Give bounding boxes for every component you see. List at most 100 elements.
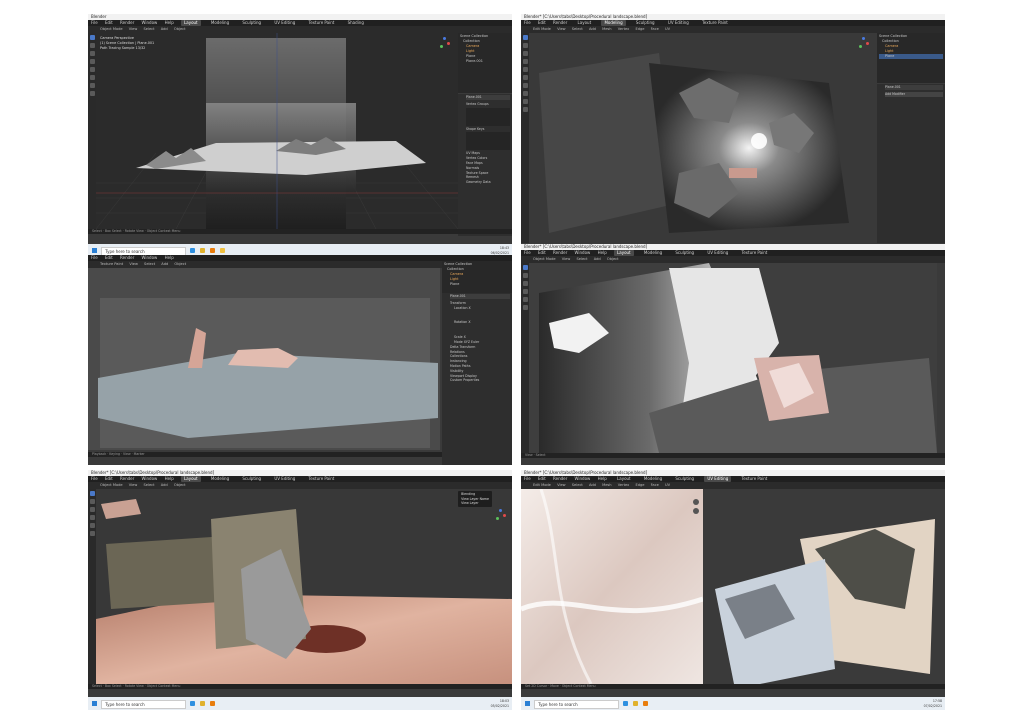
3d-viewport[interactable] bbox=[529, 263, 937, 453]
measure-icon[interactable] bbox=[89, 91, 95, 96]
menu-file[interactable]: File bbox=[91, 20, 98, 25]
move-icon[interactable] bbox=[522, 51, 528, 56]
menu-window[interactable]: Window bbox=[142, 476, 158, 481]
timeline-menu[interactable]: Playback bbox=[92, 452, 106, 456]
menu-view[interactable]: View bbox=[562, 257, 571, 261]
prop-section[interactable]: Vertex Groups bbox=[466, 102, 510, 107]
menu-window[interactable]: Window bbox=[142, 20, 158, 25]
menu-view[interactable]: View bbox=[557, 483, 566, 487]
z-axis-icon[interactable] bbox=[862, 37, 865, 40]
select-box-icon[interactable] bbox=[522, 265, 528, 270]
annotate-icon[interactable] bbox=[89, 83, 95, 88]
menu-view[interactable]: View bbox=[129, 483, 138, 487]
rotate-icon[interactable] bbox=[89, 515, 95, 520]
outliner-item[interactable]: Plane bbox=[879, 54, 943, 59]
timeline-menu[interactable]: View bbox=[123, 452, 131, 456]
transform-icon[interactable] bbox=[522, 305, 528, 310]
menu-render[interactable]: Render bbox=[553, 250, 567, 255]
menu-help[interactable]: Help bbox=[165, 476, 174, 481]
select-box-icon[interactable] bbox=[89, 35, 95, 40]
edge-icon[interactable] bbox=[189, 248, 195, 253]
edge-icon[interactable] bbox=[622, 701, 628, 706]
menu-select[interactable]: Select bbox=[143, 27, 154, 31]
menu-object[interactable]: Object bbox=[174, 262, 186, 266]
blender-icon[interactable] bbox=[643, 701, 649, 706]
taskbar-search[interactable]: Type here to search bbox=[101, 700, 187, 709]
menu-mesh[interactable]: Mesh bbox=[602, 483, 611, 487]
rotate-icon[interactable] bbox=[522, 289, 528, 294]
menu-render[interactable]: Render bbox=[553, 20, 567, 25]
menu-file[interactable]: File bbox=[91, 476, 98, 481]
menu-view[interactable]: View bbox=[129, 27, 138, 31]
navigation-gizmo[interactable] bbox=[438, 37, 452, 51]
bevel-icon[interactable] bbox=[522, 91, 528, 96]
menu-edge[interactable]: Edge bbox=[635, 27, 644, 31]
menu-help[interactable]: Help bbox=[165, 20, 174, 25]
knife-icon[interactable] bbox=[522, 107, 528, 112]
loop-cut-icon[interactable] bbox=[522, 99, 528, 104]
cursor-icon[interactable] bbox=[522, 43, 528, 48]
mode-select[interactable]: Object Mode bbox=[533, 257, 556, 261]
menu-edge[interactable]: Edge bbox=[635, 483, 644, 487]
menu-window[interactable]: Window bbox=[142, 255, 158, 260]
menu-edit[interactable]: Edit bbox=[538, 476, 546, 481]
prop-object-name[interactable]: Plane.001 bbox=[466, 95, 510, 100]
outliner-item[interactable]: Plane bbox=[444, 282, 510, 287]
menu-add[interactable]: Add bbox=[161, 27, 168, 31]
menu-edit[interactable]: Edit bbox=[105, 20, 113, 25]
prop-section[interactable]: Custom Properties bbox=[450, 378, 510, 383]
menu-face[interactable]: Face bbox=[651, 483, 659, 487]
3d-viewport[interactable]: Camera Perspective (1) Scene Collection … bbox=[96, 33, 458, 229]
extrude-icon[interactable] bbox=[522, 75, 528, 80]
menu-help[interactable]: Help bbox=[165, 255, 174, 260]
prop-object-name[interactable]: Plane.001 bbox=[450, 294, 510, 299]
hand-icon[interactable] bbox=[693, 508, 699, 514]
menu-render[interactable]: Render bbox=[120, 255, 134, 260]
cursor-icon[interactable] bbox=[89, 43, 95, 48]
menu-view[interactable]: View bbox=[557, 27, 566, 31]
windows-start-icon[interactable] bbox=[92, 248, 97, 253]
menu-help[interactable]: Help bbox=[598, 476, 607, 481]
taskbar-search[interactable]: Type here to search bbox=[534, 700, 620, 709]
timeline-menu[interactable]: Keying bbox=[109, 452, 120, 456]
windows-start-icon[interactable] bbox=[92, 701, 97, 706]
menu-select[interactable]: Select bbox=[144, 262, 155, 266]
menu-uv[interactable]: UV bbox=[665, 483, 670, 487]
menu-edit[interactable]: Edit bbox=[538, 250, 546, 255]
menu-edit[interactable]: Edit bbox=[538, 20, 546, 25]
inset-icon[interactable] bbox=[522, 83, 528, 88]
rotate-icon[interactable] bbox=[522, 59, 528, 64]
move-icon[interactable] bbox=[89, 51, 95, 56]
menu-edit[interactable]: Edit bbox=[105, 255, 113, 260]
menu-vertex[interactable]: Vertex bbox=[618, 27, 630, 31]
blender-icon[interactable] bbox=[210, 701, 216, 706]
menu-render[interactable]: Render bbox=[120, 476, 134, 481]
menu-edit[interactable]: Edit bbox=[105, 476, 113, 481]
menu-help[interactable]: Help bbox=[598, 250, 607, 255]
menu-object[interactable]: Object bbox=[607, 257, 619, 261]
move-icon[interactable] bbox=[522, 281, 528, 286]
chrome-icon[interactable] bbox=[199, 701, 205, 706]
x-axis-icon[interactable] bbox=[866, 42, 869, 45]
explorer-icon[interactable] bbox=[220, 248, 226, 253]
scale-icon[interactable] bbox=[522, 67, 528, 72]
menu-select[interactable]: Select bbox=[572, 483, 583, 487]
chrome-icon[interactable] bbox=[632, 701, 638, 706]
scale-icon[interactable] bbox=[89, 523, 95, 528]
x-axis-icon[interactable] bbox=[447, 42, 450, 45]
menu-object[interactable]: Object bbox=[174, 27, 186, 31]
cursor-icon[interactable] bbox=[522, 273, 528, 278]
mode-select[interactable]: Object Mode bbox=[100, 483, 123, 487]
cursor-icon[interactable] bbox=[89, 499, 95, 504]
menu-file[interactable]: File bbox=[524, 20, 531, 25]
prop-section[interactable]: Geometry Data bbox=[466, 180, 510, 185]
outliner-item[interactable]: Plane.001 bbox=[460, 59, 510, 64]
menu-file[interactable]: File bbox=[91, 255, 98, 260]
menu-add[interactable]: Add bbox=[161, 483, 168, 487]
menu-add[interactable]: Add bbox=[589, 483, 596, 487]
navigation-gizmo[interactable] bbox=[857, 37, 871, 51]
blender-icon[interactable] bbox=[210, 248, 216, 253]
menu-mesh[interactable]: Mesh bbox=[602, 27, 611, 31]
menu-vertex[interactable]: Vertex bbox=[618, 483, 630, 487]
uv-editor[interactable] bbox=[521, 489, 703, 684]
